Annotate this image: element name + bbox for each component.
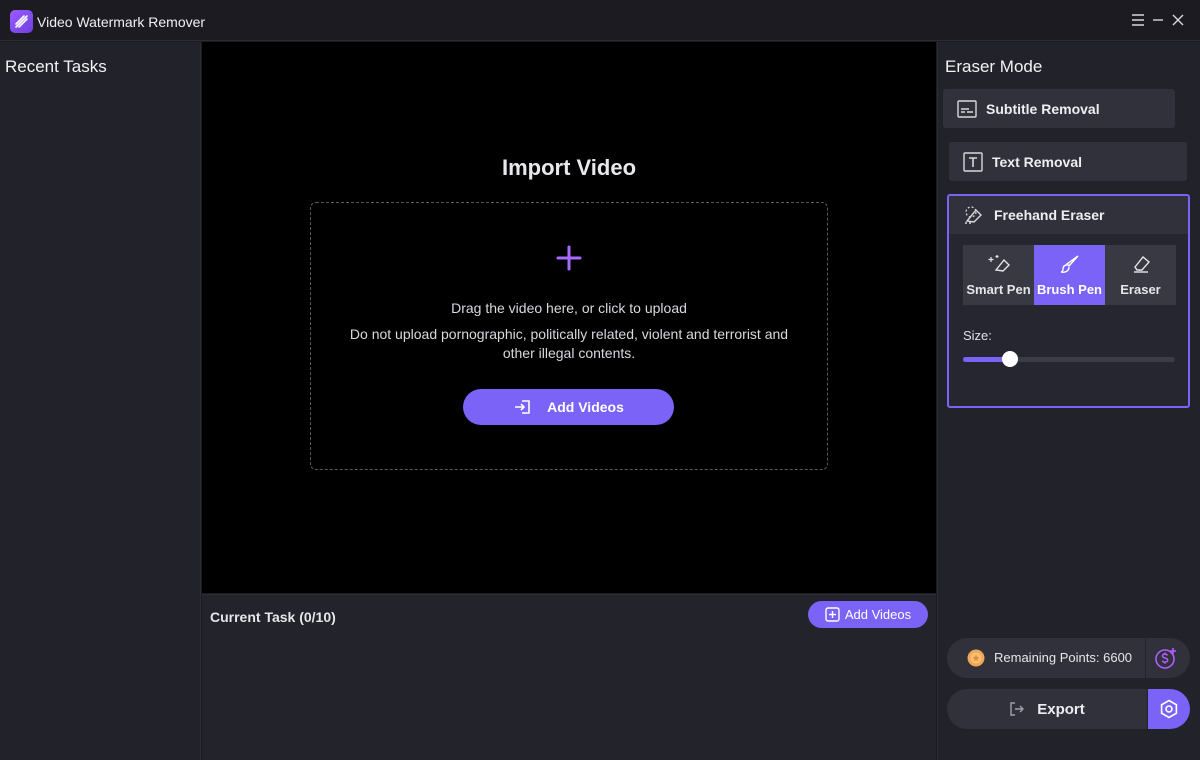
add-videos-small-label: Add Videos <box>844 607 912 622</box>
size-label: Size: <box>963 328 992 343</box>
export-icon <box>1010 702 1025 716</box>
text-removal-button[interactable]: Text Removal <box>949 142 1187 181</box>
freehand-eraser-icon <box>965 206 982 224</box>
add-videos-button[interactable]: Add Videos <box>463 389 674 425</box>
eraser-tool[interactable]: Eraser <box>1105 245 1176 305</box>
smart-pen-label: Smart Pen <box>966 282 1031 297</box>
plus-icon <box>556 245 582 271</box>
video-preview: Import Video Drag the video here, or cli… <box>202 42 936 593</box>
export-settings-button[interactable] <box>1148 689 1190 729</box>
export-label: Export <box>1037 700 1085 718</box>
text-removal-label: Text Removal <box>992 153 1082 170</box>
brush-pen-label: Brush Pen <box>1036 282 1102 297</box>
subtitle-removal-button[interactable]: Subtitle Removal <box>943 89 1175 128</box>
buy-points-icon[interactable] <box>1154 646 1178 670</box>
freehand-eraser-button[interactable]: Freehand Eraser <box>949 196 1188 234</box>
size-slider[interactable] <box>963 351 1175 367</box>
recent-tasks-title: Recent Tasks <box>5 57 107 76</box>
eraser-icon <box>1133 256 1150 273</box>
subtitle-removal-label: Subtitle Removal <box>986 100 1100 117</box>
content-notice: Do not upload pornographic, politically … <box>349 326 789 361</box>
brush-icon <box>1060 255 1079 273</box>
freehand-eraser-label: Freehand Eraser <box>994 207 1105 223</box>
app-title: Video Watermark Remover <box>37 14 206 30</box>
current-task-area: Current Task (0/10) Add Videos <box>202 594 936 760</box>
menu-icon[interactable] <box>1129 11 1147 29</box>
add-videos-label: Add Videos <box>547 399 624 415</box>
text-icon <box>963 151 983 172</box>
eraser-mode-title: Eraser Mode <box>945 57 1043 76</box>
minimize-icon[interactable] <box>1149 11 1167 29</box>
drag-hint: Drag the video here, or click to upload <box>451 300 687 316</box>
coin-icon <box>967 649 985 667</box>
upload-dropzone[interactable]: Drag the video here, or click to upload … <box>310 202 828 470</box>
add-videos-small-button[interactable]: Add Videos <box>808 601 928 628</box>
remaining-points-bar: Remaining Points: 6600 <box>947 638 1190 678</box>
eraser-label: Eraser <box>1120 282 1161 297</box>
freehand-eraser-section: Freehand Eraser Smart Pen Brush Pen Eras… <box>947 194 1190 408</box>
remaining-points-text: Remaining Points: 6600 <box>994 650 1133 665</box>
recent-tasks-panel: Recent Tasks <box>0 42 201 760</box>
main-area: Import Video Drag the video here, or cli… <box>202 42 936 760</box>
app-logo-icon <box>10 10 33 33</box>
eraser-mode-panel: Eraser Mode Subtitle Removal Text Remova… <box>937 42 1200 760</box>
subtitle-icon <box>957 99 977 118</box>
points-divider <box>1145 638 1146 678</box>
smart-pen-tool[interactable]: Smart Pen <box>963 245 1034 305</box>
export-button[interactable]: Export <box>947 689 1147 729</box>
close-icon[interactable] <box>1169 11 1187 29</box>
current-task-title: Current Task (0/10) <box>210 609 336 625</box>
size-slider-thumb[interactable] <box>1001 351 1018 367</box>
import-icon <box>515 400 530 414</box>
import-video-title: Import Video <box>501 155 637 180</box>
brush-pen-tool[interactable]: Brush Pen <box>1034 245 1105 305</box>
add-square-icon <box>825 607 840 622</box>
title-bar: Video Watermark Remover <box>0 0 1200 41</box>
smart-pen-icon <box>988 255 1010 272</box>
settings-icon <box>1160 699 1178 719</box>
